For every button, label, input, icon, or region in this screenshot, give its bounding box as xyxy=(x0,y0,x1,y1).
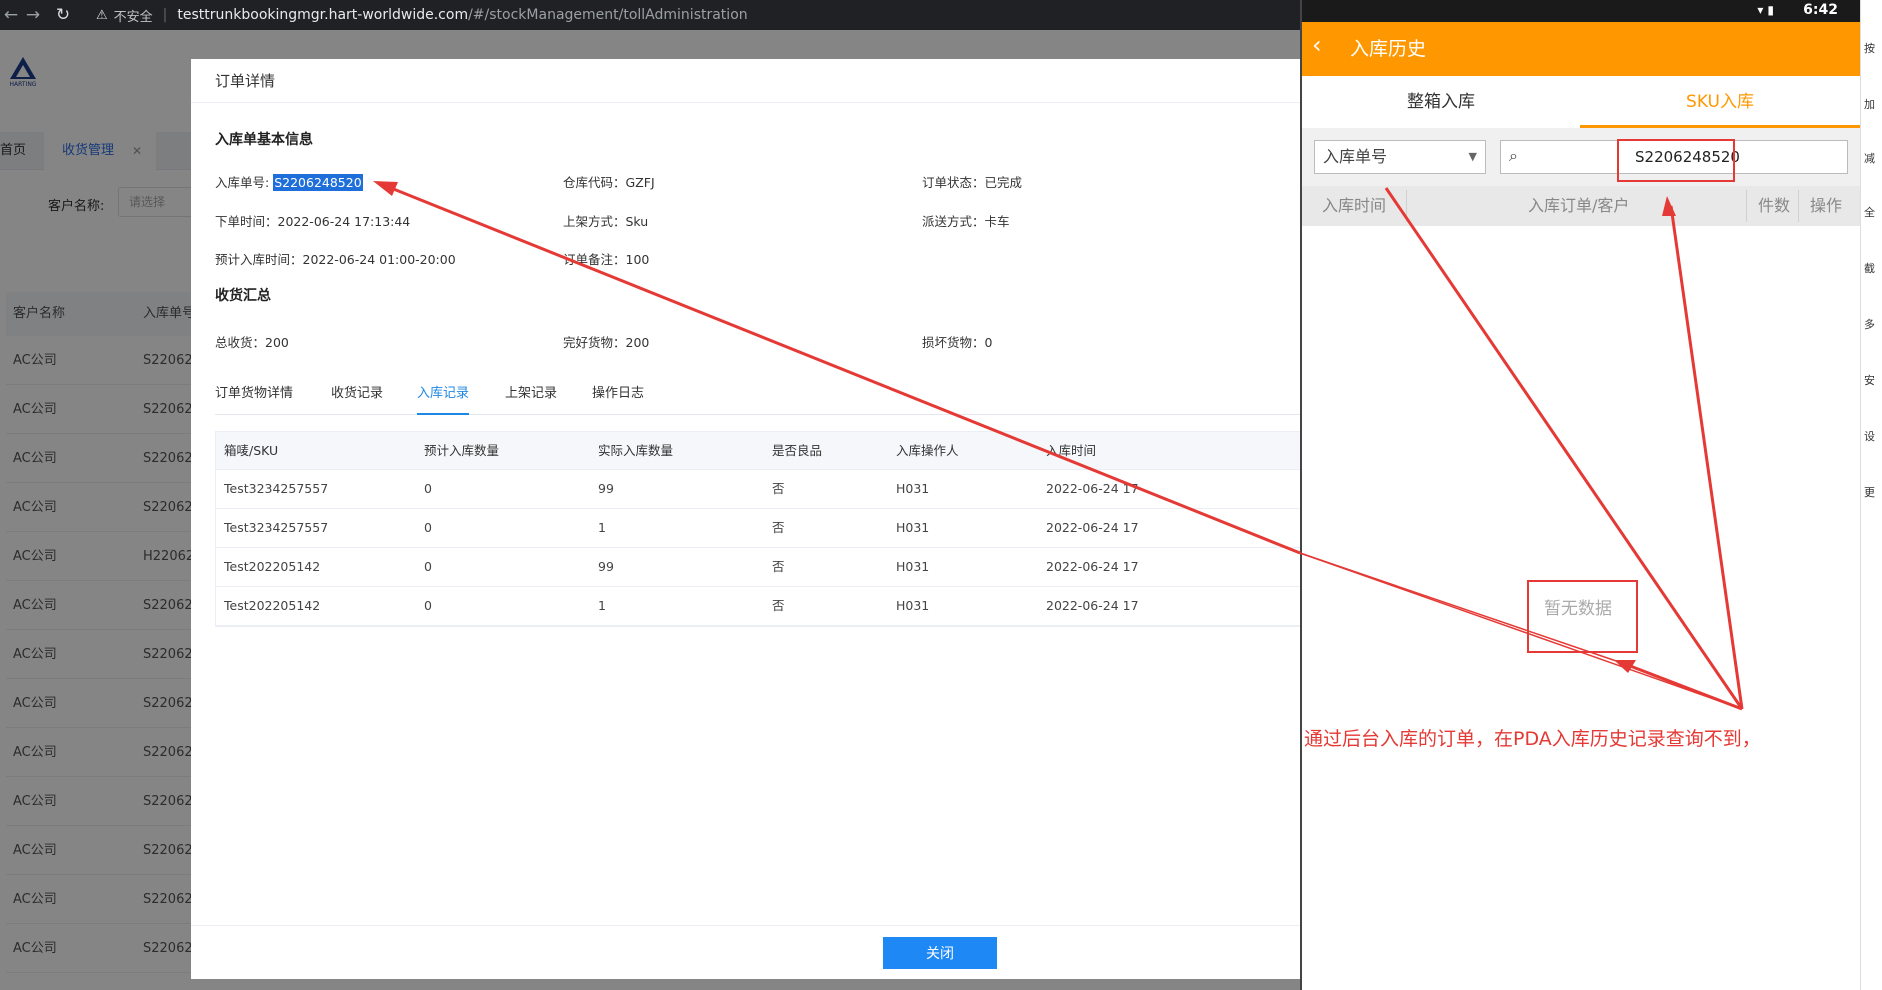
annotation-text: 通过后台入库的订单，在PDA入库历史记录查询不到， xyxy=(1304,728,1761,750)
arrow-line-left xyxy=(385,184,1301,555)
annotation-arrows xyxy=(373,181,1744,711)
screenshot-stage: ← → ↻ ⚠ 不安全 | testtrunkbookingmgr.hart-w… xyxy=(0,0,1882,990)
arrow-to-order-no xyxy=(1384,187,1744,710)
arrow-to-search xyxy=(1669,205,1744,710)
thin-arrow-line-2 xyxy=(1299,552,1626,665)
arrowhead-search xyxy=(1662,196,1676,216)
arrowhead-order-no xyxy=(373,181,398,196)
